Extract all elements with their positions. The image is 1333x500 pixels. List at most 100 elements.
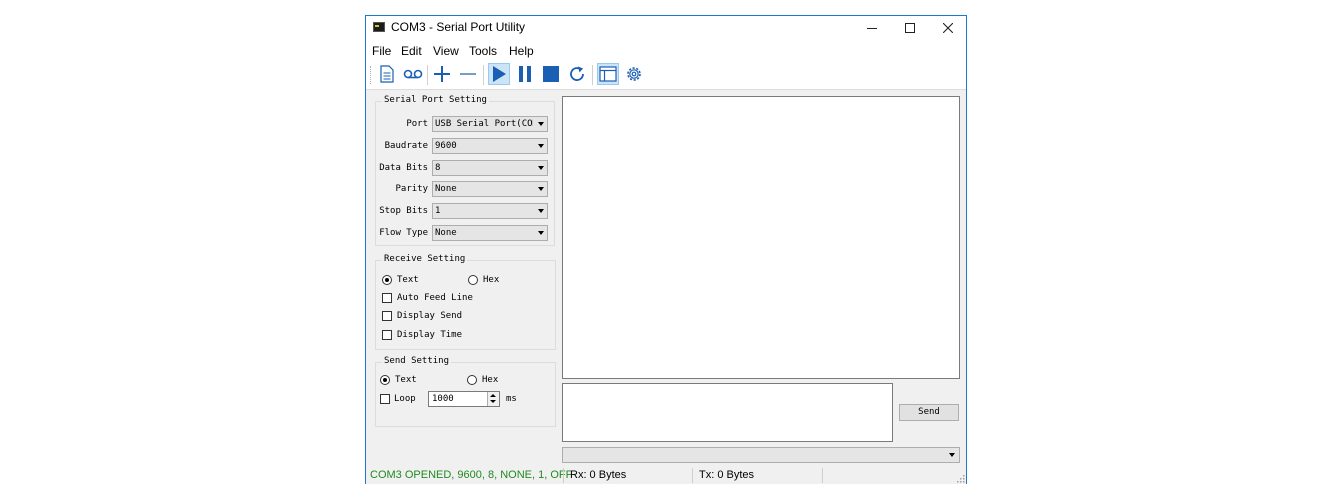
play-button[interactable] [488, 63, 510, 85]
add-button[interactable] [431, 63, 453, 85]
parity-label: Parity [395, 184, 428, 194]
baudrate-label: Baudrate [384, 141, 428, 151]
title-bar[interactable]: COM3 - Serial Port Utility [366, 16, 966, 40]
maximize-button[interactable] [891, 16, 929, 40]
receive-display-area[interactable] [562, 96, 960, 379]
resize-grip-icon[interactable] [956, 474, 965, 483]
status-divider [692, 468, 693, 483]
maximize-icon [905, 23, 915, 33]
minimize-button[interactable] [853, 16, 891, 40]
settings-gear-icon [627, 67, 641, 81]
serial-port-setting-group: Serial Port Setting Port USB Serial Port… [375, 95, 555, 246]
baudrate-select[interactable]: 9600 [432, 138, 548, 154]
minimize-icon [867, 28, 877, 29]
send-setting-title: Send Setting [382, 356, 452, 366]
rx-counter: Rx: 0 Bytes [570, 469, 627, 481]
status-divider [822, 468, 823, 483]
loop-interval-unit: ms [506, 394, 517, 404]
refresh-icon [570, 66, 584, 81]
pause-button[interactable] [514, 63, 536, 85]
send-text-radio[interactable] [380, 375, 390, 385]
loop-checkbox[interactable] [380, 394, 390, 404]
tx-counter: Tx: 0 Bytes [699, 469, 755, 481]
stop-bits-value: 1 [435, 206, 441, 216]
flow-type-select[interactable]: None [432, 225, 548, 241]
toolbar-separator [592, 65, 593, 85]
record-icon [403, 69, 423, 79]
data-bits-value: 8 [435, 163, 441, 173]
remove-icon [460, 73, 476, 75]
chevron-down-icon [538, 231, 544, 235]
receive-setting-title: Receive Setting [382, 254, 468, 264]
send-button[interactable]: Send [899, 404, 959, 421]
send-input-area[interactable] [562, 383, 893, 442]
port-label: Port [406, 119, 428, 129]
display-time-label: Display Time [397, 330, 463, 340]
stop-bits-label: Stop Bits [379, 206, 428, 216]
send-hex-radio[interactable] [467, 375, 477, 385]
menu-help[interactable]: Help [509, 44, 534, 58]
stop-button[interactable] [540, 63, 562, 85]
display-send-checkbox[interactable] [382, 311, 392, 321]
data-bits-label: Data Bits [379, 163, 428, 173]
add-icon [434, 66, 450, 82]
chevron-down-icon [538, 144, 544, 148]
loop-interval-stepper[interactable]: 1000 [428, 391, 500, 407]
new-file-icon [380, 65, 394, 83]
chevron-down-icon [538, 187, 544, 191]
flow-type-value: None [435, 228, 457, 238]
stop-bits-select[interactable]: 1 [432, 203, 548, 219]
loop-interval-value: 1000 [432, 394, 454, 404]
display-time-checkbox[interactable] [382, 330, 392, 340]
menu-bar: File Edit View Tools Help [366, 40, 966, 60]
settings-button[interactable] [623, 63, 645, 85]
connection-status: COM3 OPENED, 9600, 8, NONE, 1, OFF [370, 469, 573, 481]
stop-icon [543, 66, 559, 82]
new-button[interactable] [376, 63, 398, 85]
chevron-down-icon [538, 166, 544, 170]
send-history-select[interactable] [562, 447, 960, 463]
stepper-up-icon[interactable] [490, 394, 496, 397]
menu-file[interactable]: File [372, 44, 391, 58]
display-send-label: Display Send [397, 311, 463, 321]
toolbar-separator [427, 65, 428, 85]
toolbar [366, 60, 966, 90]
status-divider [563, 468, 564, 483]
receive-text-radio[interactable] [382, 275, 392, 285]
close-icon [943, 23, 953, 33]
menu-edit[interactable]: Edit [401, 44, 422, 58]
receive-hex-label: Hex [483, 275, 500, 285]
app-window: COM3 - Serial Port Utility File Edit Vie… [365, 15, 967, 484]
refresh-button[interactable] [566, 63, 588, 85]
port-select[interactable]: USB Serial Port(COM3) [432, 116, 548, 132]
pause-icon [519, 66, 531, 82]
window-title: COM3 - Serial Port Utility [391, 20, 526, 34]
toolbar-separator [483, 65, 484, 85]
baudrate-value: 9600 [435, 141, 457, 151]
receive-hex-radio[interactable] [468, 275, 478, 285]
chevron-down-icon [538, 209, 544, 213]
flow-type-label: Flow Type [379, 228, 428, 238]
auto-feed-line-label: Auto Feed Line [397, 293, 473, 303]
chevron-down-icon [538, 122, 544, 126]
auto-feed-line-checkbox[interactable] [382, 293, 392, 303]
status-bar: COM3 OPENED, 9600, 8, NONE, 1, OFF Rx: 0… [366, 466, 966, 484]
stepper-buttons[interactable] [487, 392, 499, 406]
play-icon [493, 66, 506, 82]
remove-button[interactable] [457, 63, 479, 85]
serial-port-setting-title: Serial Port Setting [382, 95, 489, 105]
toolbar-grip[interactable] [370, 66, 373, 84]
parity-select[interactable]: None [432, 181, 548, 197]
menu-view[interactable]: View [433, 44, 459, 58]
parity-value: None [435, 184, 457, 194]
loop-label: Loop [394, 394, 416, 404]
layout-button[interactable] [597, 63, 619, 85]
receive-setting-group: Receive Setting Text Hex Auto Feed Line … [375, 254, 556, 350]
close-button[interactable] [929, 16, 967, 40]
data-bits-select[interactable]: 8 [432, 160, 548, 176]
port-value: USB Serial Port(COM3) [435, 119, 533, 129]
menu-tools[interactable]: Tools [469, 44, 497, 58]
stepper-down-icon[interactable] [490, 400, 496, 403]
record-button[interactable] [402, 63, 424, 85]
send-text-label: Text [395, 375, 417, 385]
